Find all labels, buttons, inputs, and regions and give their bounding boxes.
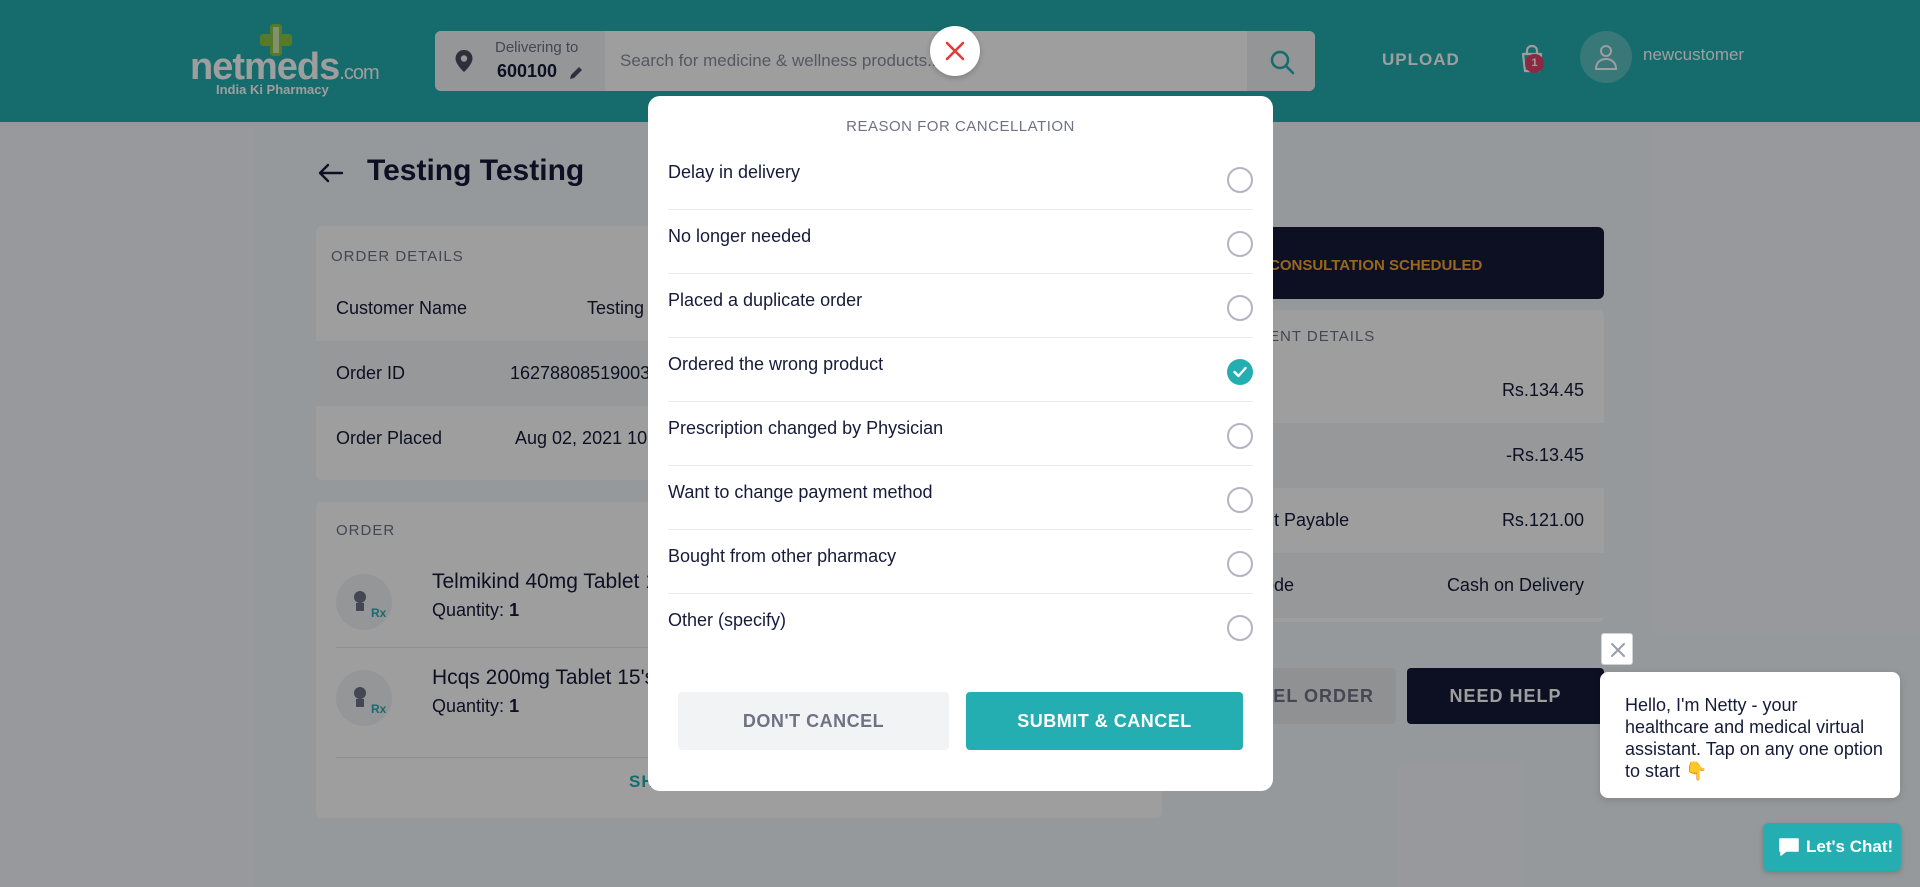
dont-cancel-button[interactable]: DON'T CANCEL — [678, 692, 949, 750]
reason-radio[interactable] — [1227, 295, 1253, 321]
reason-radio-selected[interactable] — [1227, 359, 1253, 385]
reason-option[interactable]: Other (specify) — [668, 594, 1253, 658]
reason-option[interactable]: Bought from other pharmacy — [668, 530, 1253, 594]
reason-radio[interactable] — [1227, 167, 1253, 193]
reason-radio[interactable] — [1227, 487, 1253, 513]
reason-radio[interactable] — [1227, 231, 1253, 257]
reason-option[interactable]: Ordered the wrong product — [668, 338, 1253, 402]
reason-radio[interactable] — [1227, 551, 1253, 577]
reason-label: Delay in delivery — [668, 162, 801, 182]
reason-label: Placed a duplicate order — [668, 290, 863, 310]
reason-radio[interactable] — [1227, 615, 1253, 641]
close-modal-button[interactable] — [930, 26, 980, 76]
reason-option[interactable]: Want to change payment method — [668, 466, 1253, 530]
reason-radio[interactable] — [1227, 423, 1253, 449]
chat-greeting-bubble[interactable]: Hello, I'm Netty - your healthcare and m… — [1600, 672, 1900, 798]
submit-and-cancel-button[interactable]: SUBMIT & CANCEL — [966, 692, 1243, 750]
close-icon — [1611, 643, 1625, 657]
reason-option[interactable]: Prescription changed by Physician — [668, 402, 1253, 466]
cancellation-reason-modal: REASON FOR CANCELLATION Delay in deliver… — [648, 96, 1273, 791]
reason-label: Other (specify) — [668, 610, 787, 630]
chat-bubble-icon — [1779, 838, 1799, 856]
chat-dismiss-button[interactable] — [1601, 633, 1633, 665]
checkmark-icon — [1233, 366, 1247, 378]
reason-option[interactable]: No longer needed — [668, 210, 1253, 274]
modal-title: REASON FOR CANCELLATION — [846, 118, 1075, 135]
reason-label: Bought from other pharmacy — [668, 546, 897, 566]
lets-chat-button[interactable]: Let's Chat! — [1763, 823, 1901, 871]
reason-label: Want to change payment method — [668, 482, 933, 502]
lets-chat-label: Let's Chat! — [1806, 837, 1894, 856]
reason-option[interactable]: Delay in delivery — [668, 146, 1253, 210]
reason-option[interactable]: Placed a duplicate order — [668, 274, 1253, 338]
close-icon — [945, 41, 965, 61]
reason-label: No longer needed — [668, 226, 812, 246]
chat-greeting-text: Hello, I'm Netty - your healthcare and m… — [1625, 695, 1883, 781]
reason-label: Ordered the wrong product — [668, 354, 884, 374]
reason-label: Prescription changed by Physician — [668, 418, 944, 438]
